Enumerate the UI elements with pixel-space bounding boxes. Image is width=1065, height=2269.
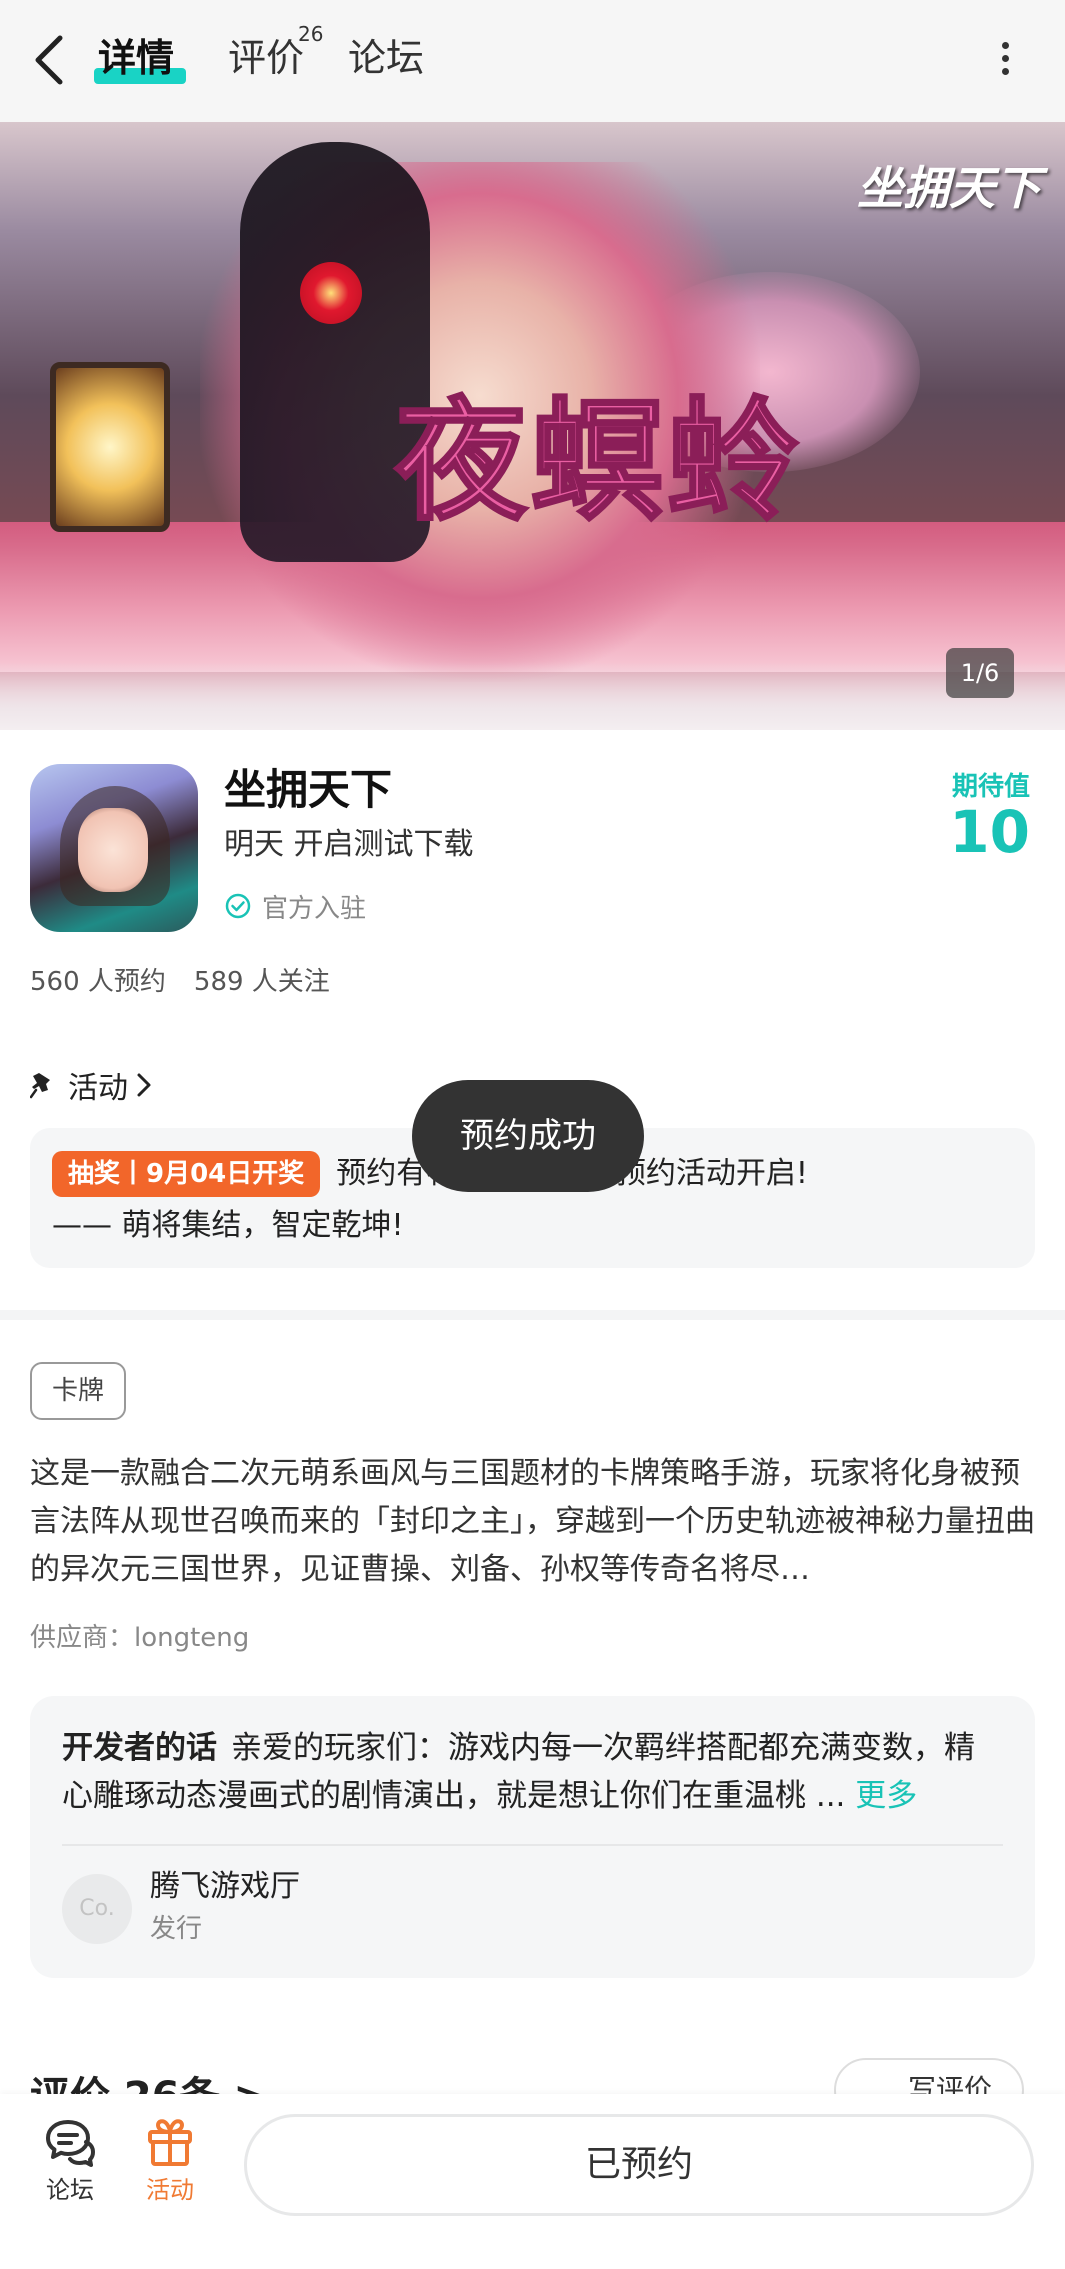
gift-icon (148, 2119, 192, 2166)
verified-check-icon (225, 893, 251, 919)
tab-details[interactable]: 详情 (98, 28, 174, 88)
top-bar: 详情 评价 26 论坛 (0, 0, 1065, 122)
follower-count: 589 人关注 (193, 967, 330, 997)
activity-section-title: 活动 (68, 1071, 128, 1106)
more-dot-icon (1001, 68, 1009, 75)
forum-chat-icon (46, 2120, 95, 2167)
bottom-activity-button[interactable]: 活动 (130, 2114, 210, 2210)
game-app-icon (30, 764, 198, 932)
activity-description-line2: —— 萌将集结，智定乾坤! (52, 1208, 404, 1243)
section-divider (0, 1310, 1065, 1320)
chevron-left-icon (35, 35, 63, 85)
bottom-forum-button[interactable]: 论坛 (30, 2114, 110, 2210)
developer-notes-card[interactable]: 开发者的话 亲爱的玩家们：游戏内每一次羁绊搭配都充满变数，精心雕琢动态漫画式的剧情… (30, 1696, 1035, 1978)
reserved-button[interactable]: 已预约 (244, 2114, 1034, 2216)
more-options-button[interactable] (990, 36, 1020, 86)
reservation-success-toast: 预约成功 (412, 1080, 644, 1192)
back-button[interactable] (28, 30, 72, 90)
tab-forum[interactable]: 论坛 (348, 28, 424, 88)
tab-reviews[interactable]: 评价 (228, 28, 304, 88)
bottom-forum-label: 论坛 (46, 2176, 94, 2204)
game-title: 坐拥天下 (224, 765, 393, 814)
expectation-score: 10 (949, 798, 1030, 866)
reviews-count-badge: 26 (298, 22, 324, 46)
banner-game-logo: 坐拥天下 (857, 161, 1041, 215)
banner-character-name: 夜螟蛉 (394, 384, 803, 539)
game-stats: 560 人预约 589 人关注 (30, 962, 330, 1002)
developer-notes-more-link[interactable]: 更多 (855, 1778, 917, 1814)
icon-character-face (78, 808, 148, 892)
reservation-count: 560 人预约 (30, 967, 166, 997)
banner-lantern (50, 362, 170, 532)
official-badge: 官方入驻 (224, 886, 366, 926)
developer-card-divider (62, 1844, 1003, 1846)
game-banner-carousel[interactable]: 坐拥天下 夜螟蛉 1/6 (0, 122, 1065, 730)
developer-notes-label: 开发者的话 (62, 1730, 217, 1766)
developer-notes-text: 开发者的话 亲爱的玩家们：游戏内每一次羁绊搭配都充满变数，精心雕琢动态漫画式的剧情… (62, 1724, 1003, 1820)
activity-section-header[interactable]: 活动 (30, 1062, 152, 1108)
bottom-action-bar: 论坛 活动 已预约 (0, 2094, 1065, 2269)
banner-page-counter: 1/6 (946, 648, 1014, 698)
publisher-avatar[interactable]: Co. (62, 1874, 132, 1944)
banner-bottom-fade (0, 662, 1065, 730)
lottery-badge: 抽奖丨9月04日开奖 (52, 1151, 321, 1197)
official-label: 官方入驻 (262, 893, 367, 924)
publisher-role: 发行 (150, 1914, 203, 1944)
supplier-info: 供应商：longteng (30, 1623, 250, 1653)
more-dot-icon (1001, 55, 1009, 62)
bottom-activity-label: 活动 (146, 2176, 194, 2204)
game-release-status: 明天 开启测试下载 (224, 827, 474, 862)
game-description[interactable]: 这是一款融合二次元萌系画风与三国题材的卡牌策略手游，玩家将化身被预言法阵从现世召… (30, 1450, 1035, 1594)
pin-icon (30, 1073, 50, 1099)
publisher-name[interactable]: 腾飞游戏厅 (150, 1864, 300, 1910)
chevron-right-icon (137, 1073, 151, 1097)
genre-tag[interactable]: 卡牌 (30, 1362, 127, 1420)
banner-red-flower (300, 262, 362, 324)
more-dot-icon (1001, 42, 1009, 49)
